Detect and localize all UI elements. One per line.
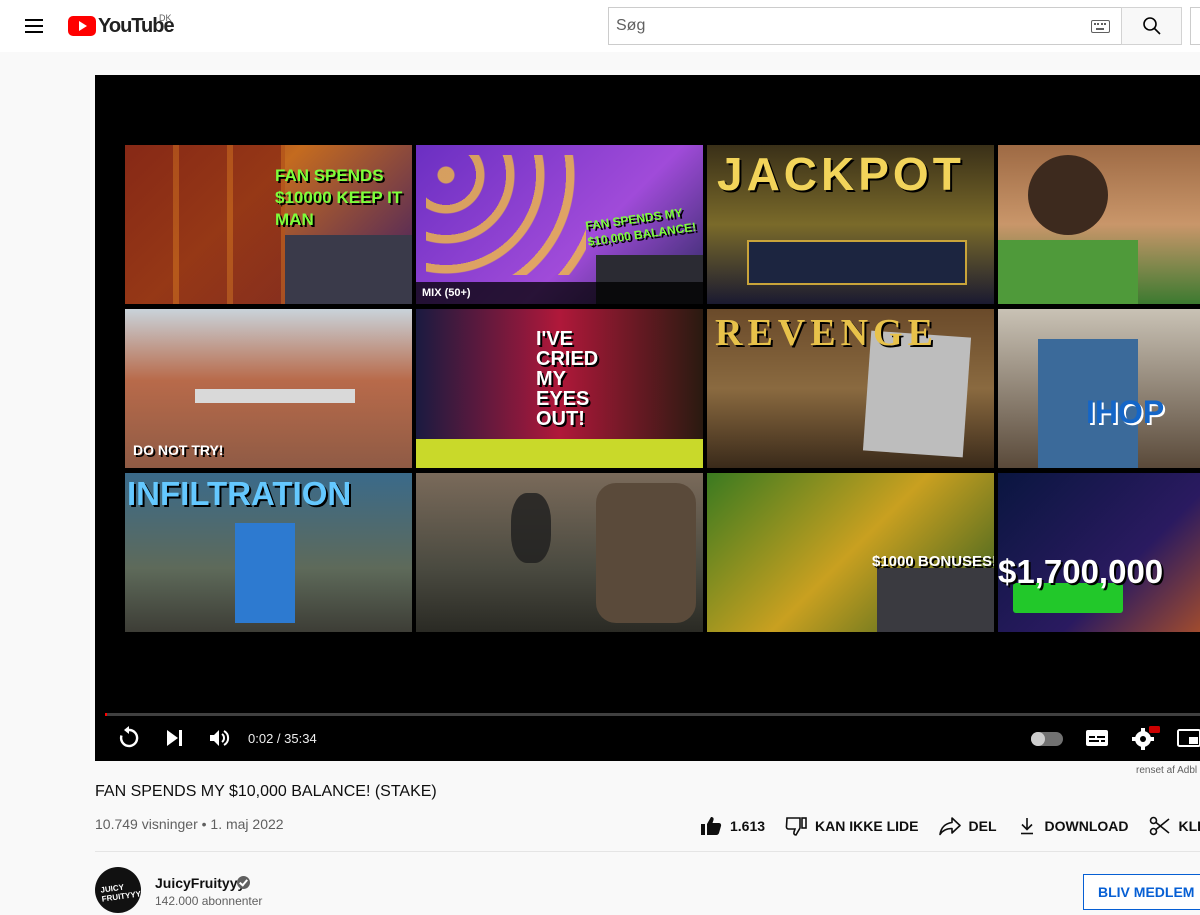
next-icon[interactable] <box>165 725 185 751</box>
autoplay-knob <box>1031 732 1045 746</box>
endscreen-tile[interactable]: INFILTRATION <box>125 473 412 632</box>
video-player[interactable]: FAN SPENDS $10000 KEEP IT MAN FAN SPENDS… <box>95 75 1200 761</box>
tile-overlay-text: I'VE CRIED MY EYES OUT! <box>536 328 599 430</box>
time-display: 0:02 / 35:34 <box>248 731 317 746</box>
volume-icon[interactable] <box>208 725 232 751</box>
tile-overlay-text: INFILTRATION <box>127 475 352 512</box>
endscreen-tile[interactable]: REVENGE <box>707 309 994 468</box>
tile-overlay-text: $1,700,000 <box>998 553 1164 590</box>
youtube-play-icon <box>68 16 96 36</box>
dislike-button[interactable]: KAN IKKE LIDE <box>785 816 919 836</box>
settings-gear-icon[interactable] <box>1131 725 1161 751</box>
video-title: FAN SPENDS MY $10,000 BALANCE! (STAKE) <box>95 783 437 800</box>
tile-overlay-text: DO NOT TRY! <box>133 442 224 458</box>
download-button[interactable]: DOWNLOAD <box>1017 816 1129 836</box>
download-icon <box>1020 818 1033 835</box>
endscreen-tile[interactable] <box>416 473 703 632</box>
like-count: 1.613 <box>730 818 766 834</box>
progress-bar[interactable] <box>105 713 1200 716</box>
tile-overlay-text: JACKPOT <box>717 148 965 200</box>
endscreen-tile[interactable]: I'VE CRIED MY EYES OUT! <box>416 309 703 468</box>
download-label: DOWNLOAD <box>1044 818 1129 834</box>
action-bar: 1.613 KAN IKKE LIDE DEL DOWNLOAD KLIP <box>700 812 1200 840</box>
channel-avatar[interactable]: JUICY FRUITYYY <box>95 867 141 913</box>
tile-overlay-text: REVENGE <box>715 312 938 354</box>
keyboard-icon[interactable] <box>1091 20 1110 33</box>
progress-played <box>105 713 107 716</box>
endscreen-tile[interactable]: FAN SPENDS $10000 KEEP IT MAN <box>125 145 412 304</box>
search-box <box>608 7 1122 45</box>
tile-overlay-text: FAN SPENDS $10000 KEEP IT MAN <box>275 166 403 229</box>
thumbs-up-icon <box>701 817 722 835</box>
endscreen-tile[interactable]: FAN SPENDS MY $10,000 BALANCE! MIX (50+) <box>416 145 703 304</box>
share-label: DEL <box>968 818 997 834</box>
thumbs-down-icon <box>785 817 807 836</box>
search-icon <box>1143 17 1161 35</box>
endscreen-tile[interactable]: IHOP <box>998 309 1200 468</box>
share-icon <box>938 817 961 836</box>
join-button[interactable]: BLIV MEDLEM <box>1083 874 1200 910</box>
endscreen-tile[interactable]: $1,700,000 <box>998 473 1200 632</box>
youtube-logo[interactable]: YouTube DK <box>68 13 175 39</box>
scissors-icon <box>1149 816 1170 836</box>
endscreen-tile[interactable]: DO NOT TRY! <box>125 309 412 468</box>
tile-overlay-text: FAN SPENDS MY $10,000 BALANCE! <box>584 205 697 249</box>
subscriber-count: 142.000 abonnenter <box>155 894 263 908</box>
like-button[interactable]: 1.613 <box>700 816 765 836</box>
avatar-text: JUICY FRUITYYY <box>99 882 141 904</box>
endscreen-tile[interactable]: JACKPOT <box>707 145 994 304</box>
endscreen-tile[interactable]: $1000 BONUSES! <box>707 473 994 632</box>
subtitles-icon[interactable] <box>1085 725 1109 751</box>
tile-overlay-text: $1000 BONUSES! <box>872 553 994 570</box>
miniplayer-icon[interactable] <box>1177 725 1200 751</box>
channel-name[interactable]: JuicyFruityyy <box>155 875 245 891</box>
replay-icon[interactable] <box>117 725 141 751</box>
voice-search-button[interactable] <box>1190 7 1200 45</box>
view-count-date: 10.749 visninger • 1. maj 2022 <box>95 816 284 832</box>
verified-badge-icon <box>237 876 250 889</box>
dislike-label: KAN IKKE LIDE <box>815 818 919 834</box>
divider <box>95 851 1200 852</box>
endscreen-tile[interactable] <box>998 145 1200 304</box>
mix-badge: MIX (50+) <box>416 282 703 304</box>
adblock-note: renset af Adbl <box>1136 765 1198 776</box>
search-button[interactable] <box>1121 7 1182 45</box>
share-button[interactable]: DEL <box>938 816 997 836</box>
tile-overlay-text: IHOP <box>1086 394 1165 430</box>
masthead: YouTube DK <box>0 0 1200 52</box>
search-input[interactable] <box>609 8 1079 44</box>
clip-button[interactable]: KLIP <box>1149 816 1200 836</box>
region-code: DK <box>159 13 172 23</box>
autoplay-toggle[interactable] <box>1031 732 1063 746</box>
endscreen-grid: FAN SPENDS $10000 KEEP IT MAN FAN SPENDS… <box>125 145 1200 634</box>
hamburger-menu-icon[interactable] <box>22 14 48 38</box>
clip-label: KLIP <box>1178 818 1200 834</box>
